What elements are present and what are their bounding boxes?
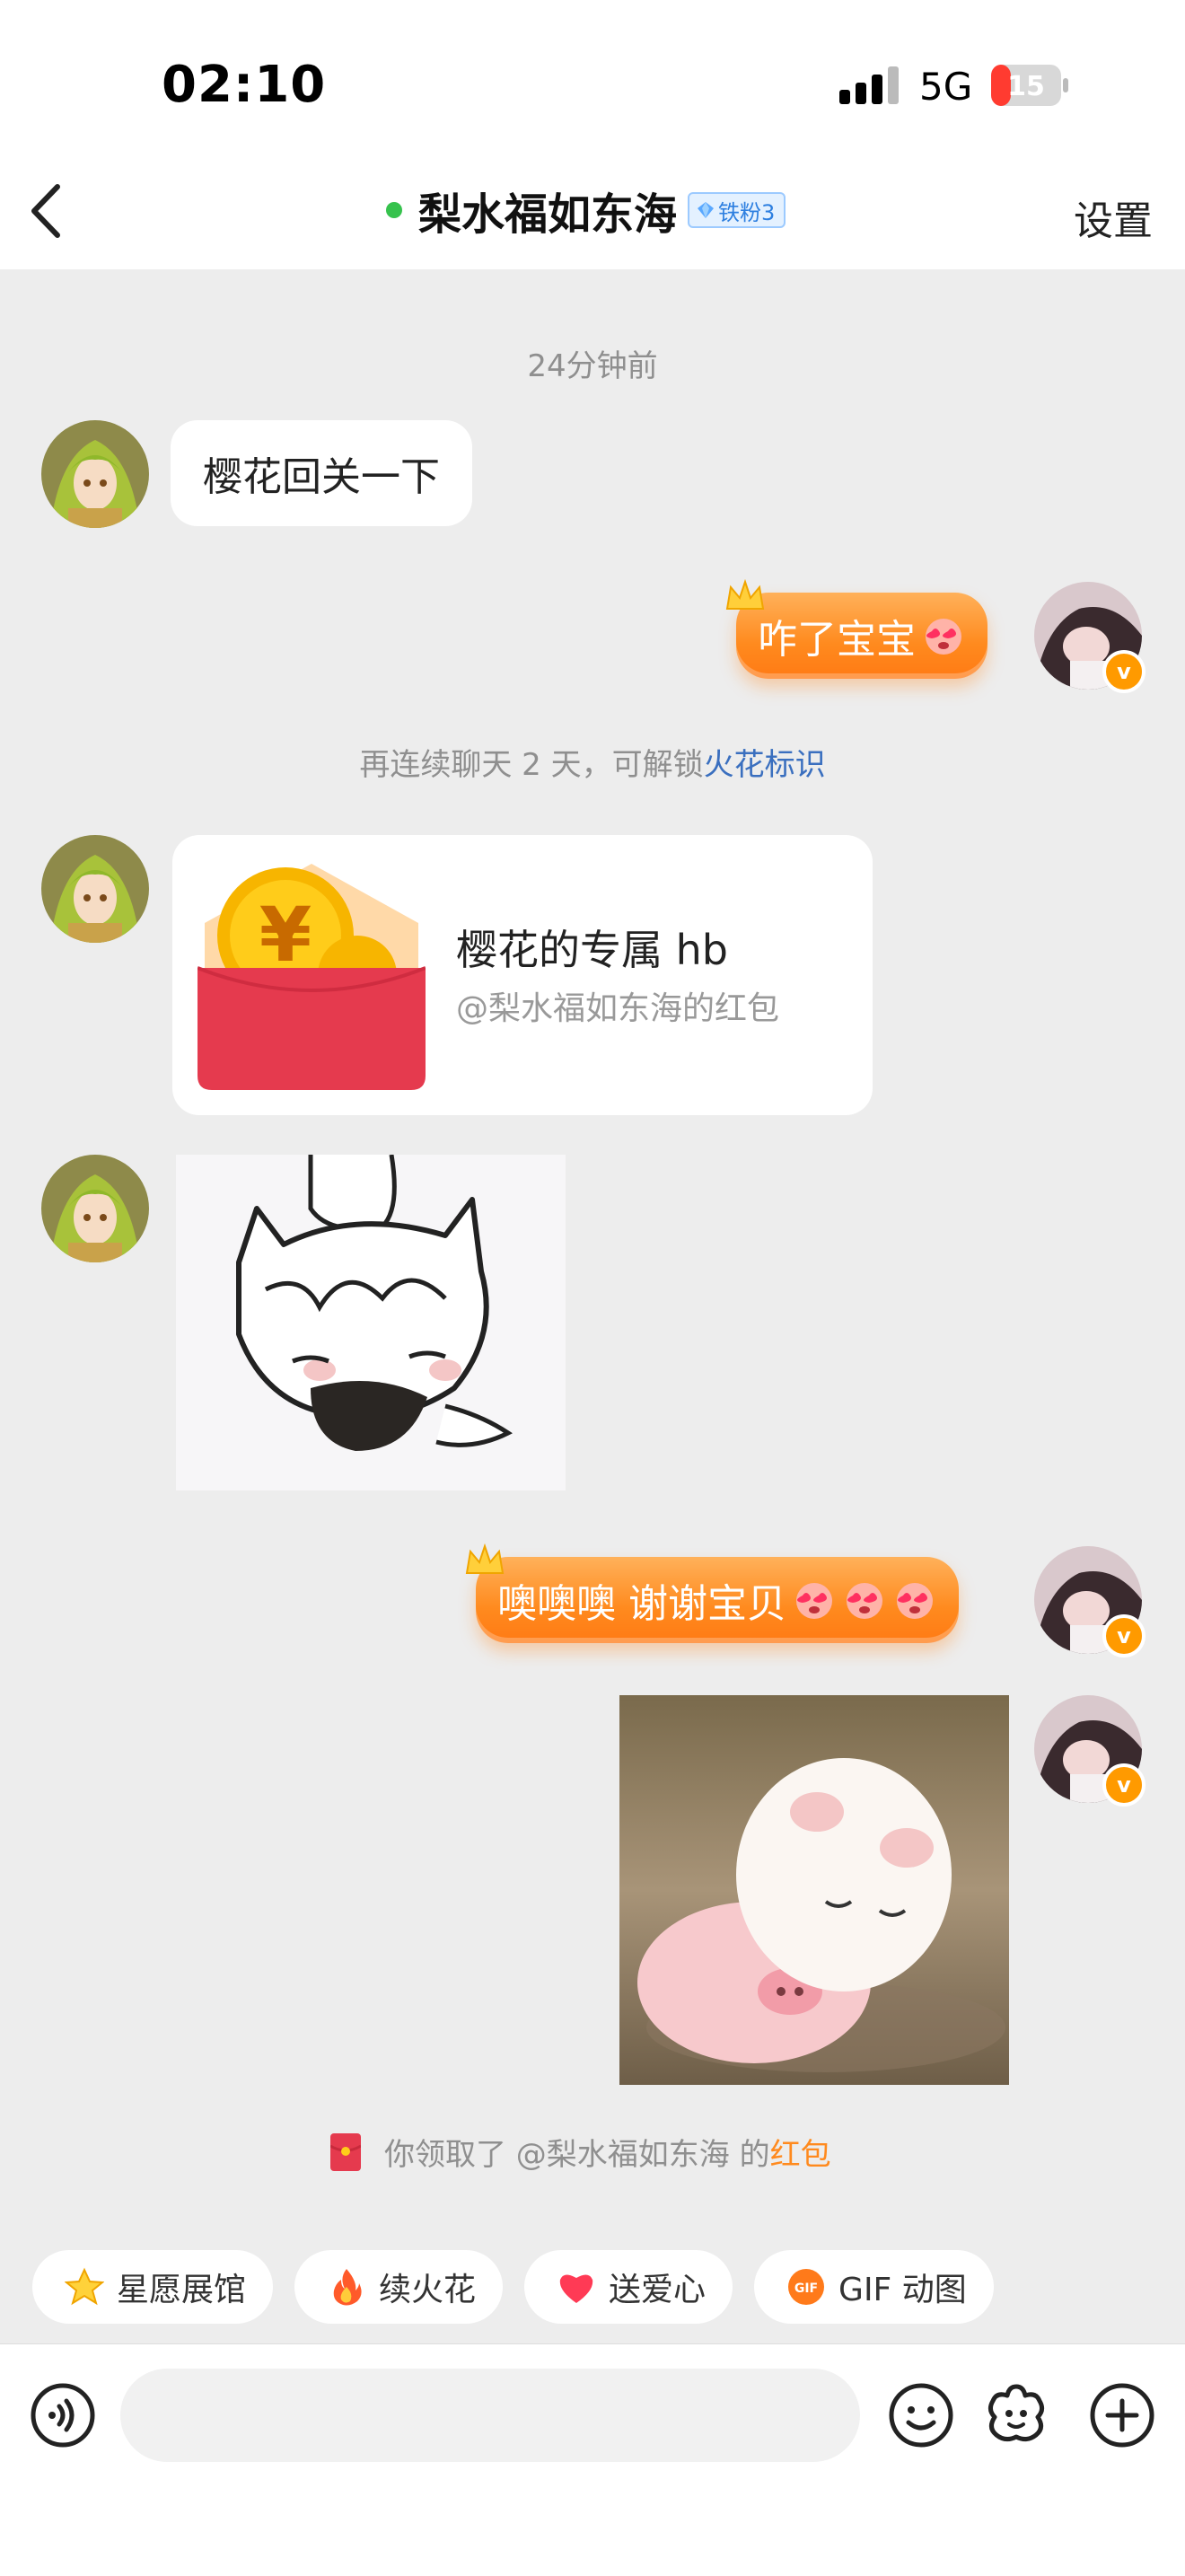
emoji-icon[interactable] [887,2381,955,2449]
message-input[interactable] [120,2369,860,2462]
quick-action-gif[interactable]: GIF GIF 动图 [754,2250,994,2324]
verified-badge: v [1102,1763,1146,1807]
message-timestamp: 24分钟前 [527,348,658,384]
chat-title-group[interactable]: 梨水福如东海 铁粉3 [386,181,786,240]
system-notice-red-packet: 你领取了 @梨水福如东海 的红包 [330,2130,831,2174]
back-icon[interactable] [25,180,70,242]
battery-icon: 15 [991,65,1068,106]
felt-pig-photo-image[interactable] [619,1695,1009,2085]
message-bubble-outgoing[interactable]: 咋了宝宝 [736,593,988,679]
quick-action-bar: 星愿展馆 续火花 送爱心 GIF GIF 动图 [32,2250,994,2324]
quick-action-heart[interactable]: 送爱心 [524,2250,733,2324]
quick-action-label: 送爱心 [609,2272,707,2308]
cat-boy-sticker-image[interactable] [176,1155,566,1490]
quick-action-label: 续火花 [379,2272,477,2308]
message-text: 噢噢噢 谢谢宝贝 [497,1581,786,1627]
svg-text:GIF: GIF [794,2281,818,2296]
anime-girl-avatar-image [41,420,149,528]
star-icon [65,2267,104,2306]
friend-avatar[interactable] [41,835,149,943]
spark-badge-link[interactable]: 火花标识 [704,747,826,783]
red-packet-card[interactable]: ¥ 樱花的专属 hb @梨水福如东海的红包 [172,835,873,1115]
red-packet-subtitle: @梨水福如东海的红包 [456,990,780,1027]
red-packet-title: 樱花的专属 hb [456,926,728,974]
friend-avatar[interactable] [41,1155,149,1262]
message-text: 咋了宝宝 [758,617,916,663]
quick-action-label: 星愿展馆 [117,2272,247,2308]
voice-icon[interactable] [29,2381,97,2449]
quick-action-spark[interactable]: 续火花 [294,2250,504,2324]
heart-eyes-emoji-icon [926,619,961,655]
message-bubble-outgoing[interactable]: 噢噢噢 谢谢宝贝 [476,1557,959,1643]
quick-action-label: GIF 动图 [838,2272,967,2308]
message-text: 樱花回关一下 [203,454,440,500]
fan-badge-label: 铁粉3 [718,199,776,225]
system-notice-text: 你领取了 @梨水福如东海 的 [384,2137,770,2173]
signal-icon [839,66,899,104]
red-packet-link[interactable]: 红包 [770,2137,831,2173]
battery-level: 15 [1007,71,1045,102]
anime-girl-avatar-image [41,835,149,943]
fire-icon [333,2269,362,2306]
heart-eyes-emoji-icon [796,1583,832,1619]
gif-icon: GIF [788,2269,825,2305]
heart-eyes-emoji-icon [847,1583,882,1619]
heart-icon [559,2274,593,2303]
red-packet-icon: ¥ [198,864,426,1090]
system-notice-text: 再连续聊天 2 天，可解锁 [359,747,704,783]
sticker-icon[interactable] [982,2381,1050,2449]
friend-avatar[interactable] [41,420,149,528]
system-notice-spark: 再连续聊天 2 天，可解锁火花标识 [0,740,1185,784]
crown-icon [725,578,765,610]
message-bubble-incoming[interactable]: 樱花回关一下 [171,420,472,526]
verified-badge: v [1102,650,1146,693]
anime-girl-avatar-image [41,1155,149,1262]
status-time: 02:10 [162,56,327,114]
online-status-dot [386,202,402,218]
red-packet-small-icon [330,2132,361,2171]
add-icon[interactable] [1088,2381,1156,2449]
chat-title: 梨水福如东海 [418,189,678,240]
settings-button[interactable]: 设置 [1074,189,1153,246]
network-type: 5G [919,65,973,109]
quick-action-star[interactable]: 星愿展馆 [32,2250,274,2324]
svg-text:¥: ¥ [259,891,312,979]
crown-icon [465,1543,505,1574]
diamond-icon [698,202,715,218]
heart-eyes-emoji-icon [897,1583,933,1619]
fan-level-badge: 铁粉3 [688,192,786,228]
verified-badge: v [1102,1614,1146,1657]
